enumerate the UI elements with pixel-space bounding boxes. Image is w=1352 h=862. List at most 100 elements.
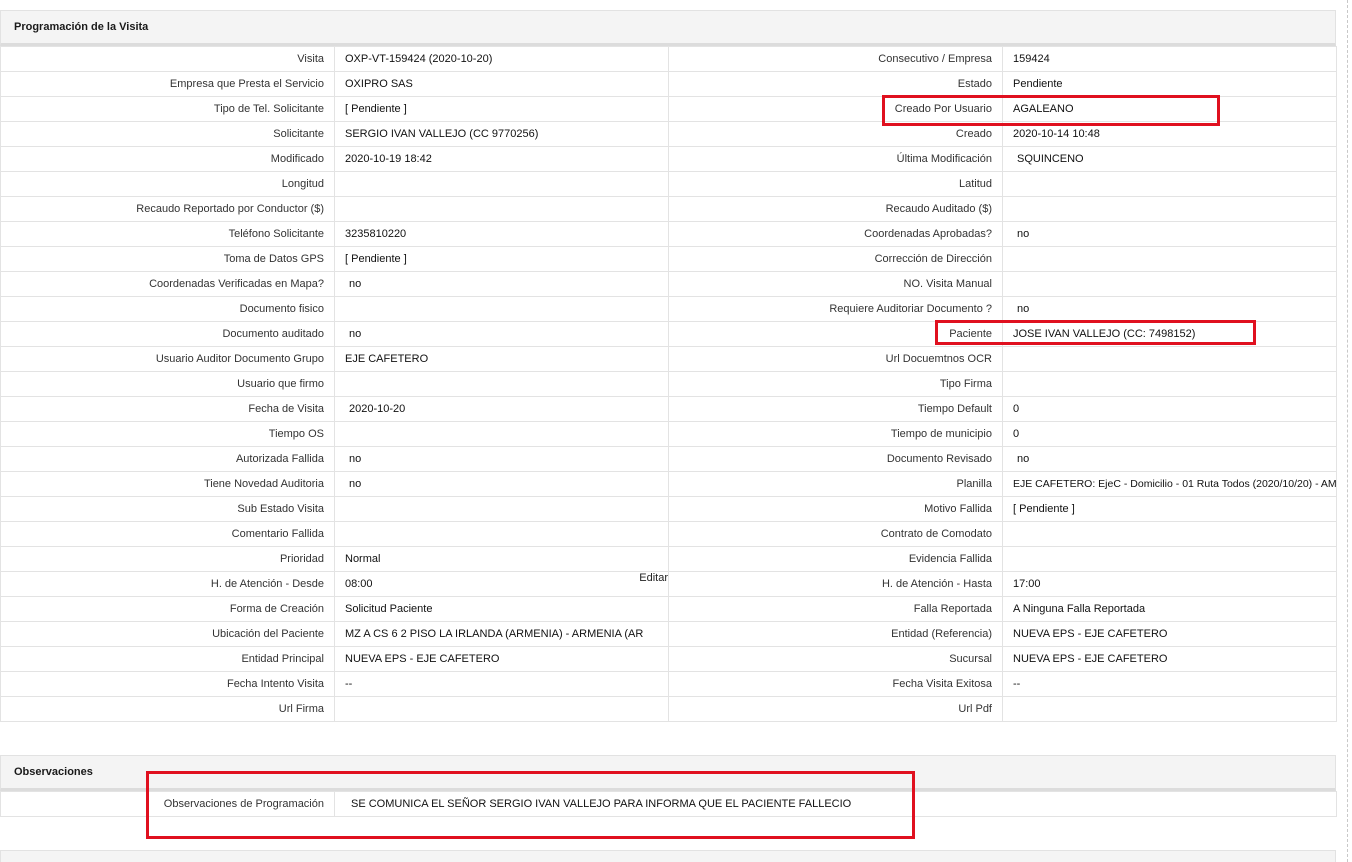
field-value: 2020-10-14 10:48 [1002,121,1337,147]
field-value: 17:00 [1002,571,1337,597]
field-value: 2020-10-19 18:42 [334,146,669,172]
field-label: Forma de Creación [0,596,335,622]
field-label-text: Ubicación del Paciente [212,628,324,640]
observaciones-label: Observaciones de Programación [0,791,335,817]
field-label: Creado Por Usuario [668,96,1003,122]
field-label-text: Url Pdf [958,703,992,715]
field-value: Pendiente [1002,71,1337,97]
next-panel-edge [0,850,1336,862]
table-row: Comentario Fallida Contrato de Comodato [0,521,1337,547]
field-label-text: Recaudo Auditado ($) [885,203,992,215]
field-value-text: no [1017,228,1030,240]
field-label: Creado [668,121,1003,147]
table-row: Tiempo OS Tiempo de municipio 0 [0,421,1337,447]
field-label: Autorizada Fallida [0,446,335,472]
field-value [1002,521,1337,547]
field-value-text: 159424 [1013,53,1050,65]
field-label: Corrección de Dirección [668,246,1003,272]
field-label: Modificado [0,146,335,172]
table-row: Usuario que firmo Tipo Firma [0,371,1337,397]
field-value-text: EJE CAFETERO [345,353,429,365]
field-value-text: 08:00 [345,578,373,590]
field-label: Recaudo Auditado ($) [668,196,1003,222]
table-row: Sub Estado Visita Motivo Fallida [ Pendien… [0,496,1337,522]
field-value-text: MZ A CS 6 2 PISO LA IRLANDA (ARMENIA) - … [345,628,644,640]
field-value-text: 0 [1013,403,1020,415]
table-row: Solicitante SERGIO IVAN VALLEJO (CC 97702… [0,121,1337,147]
field-label: Última Modificación [668,146,1003,172]
field-value-text: 17:00 [1013,578,1041,590]
field-value-text: Normal [345,553,381,565]
field-label: Url Docuemtnos OCR [668,346,1003,372]
field-label: Tipo Firma [668,371,1003,397]
field-label-text: Sub Estado Visita [237,503,324,515]
field-label-text: Autorizada Fallida [235,453,324,465]
field-label-text: Requiere Auditoriar Documento ? [829,303,992,315]
field-value: Normal [334,546,669,572]
field-label-text: Última Modificación [896,153,992,165]
field-label-text: Visita [297,53,324,65]
field-value: no [334,321,669,347]
table-row: Documento auditado no Paciente JOSE IVAN VA… [0,321,1337,347]
table-row: H. de Atención - Desde 08:00 Editar H. de A… [0,571,1337,597]
field-value-text: OXP-VT-159424 (2020-10-20) [345,53,493,65]
field-label: Teléfono Solicitante [0,221,335,247]
field-label-text: Usuario que firmo [237,378,324,390]
field-label-text: Tiempo de municipio [890,428,992,440]
field-label-text: Prioridad [279,553,324,565]
field-label: Usuario que firmo [0,371,335,397]
field-value: [ Pendiente ] [334,96,669,122]
field-label: Contrato de Comodato [668,521,1003,547]
field-value: A Ninguna Falla Reportada [1002,596,1337,622]
field-label: Tiempo Default [668,396,1003,422]
field-label-text: Documento fisico [239,303,324,315]
field-label: Falla Reportada [668,596,1003,622]
field-value [1002,196,1337,222]
field-value: no [1002,221,1337,247]
field-value: JOSE IVAN VALLEJO (CC: 7498152) [1002,321,1337,347]
field-value: no [334,446,669,472]
field-value-text: A Ninguna Falla Reportada [1013,603,1146,615]
field-label-text: Longitud [281,178,324,190]
field-label-text: Falla Reportada [913,603,992,615]
field-label-text: Motivo Fallida [924,503,992,515]
table-row: Fecha de Visita 2020-10-20 Tiempo Default 0 [0,396,1337,422]
editar-link[interactable]: Editar [639,573,667,585]
field-value-text: no [349,478,362,490]
field-value [1002,346,1337,372]
field-value: NUEVA EPS - EJE CAFETERO [334,646,669,672]
field-value: NUEVA EPS - EJE CAFETERO [1002,646,1337,672]
field-value-text: -- [345,678,353,690]
field-label: Tiene Novedad Auditoria [0,471,335,497]
field-value: 08:00 Editar [334,571,669,597]
field-value [334,496,669,522]
field-value [1002,371,1337,397]
field-label: Documento Revisado [668,446,1003,472]
field-value: [ Pendiente ] [334,246,669,272]
field-label: Visita [0,46,335,72]
field-label-text: Tipo de Tel. Solicitante [213,103,324,115]
field-label: Solicitante [0,121,335,147]
field-value [334,521,669,547]
field-value: no [334,471,669,497]
field-label: Sub Estado Visita [0,496,335,522]
field-value: 3235810220 [334,221,669,247]
field-value-text: 2020-10-14 10:48 [1013,128,1100,140]
field-label-text: Modificado [270,153,324,165]
field-label-text: Entidad (Referencia) [891,628,992,640]
field-value [1002,696,1337,722]
field-value: OXP-VT-159424 (2020-10-20) [334,46,669,72]
field-value: EJE CAFETERO [334,346,669,372]
field-value-text: [ Pendiente ] [345,103,407,115]
field-value-text: EJE CAFETERO: EjeC - Domicilio - 01 Ruta… [1013,478,1337,490]
field-label-text: Empresa que Presta el Servicio [169,78,324,90]
field-label: Usuario Auditor Documento Grupo [0,346,335,372]
table-row: Url Firma Url Pdf [0,696,1337,722]
programacion-rows: Visita OXP-VT-159424 (2020-10-20) Consecut… [0,46,1337,722]
field-label-text: Tiene Novedad Auditoria [203,478,324,490]
field-value: 0 [1002,421,1337,447]
field-label-text: Evidencia Fallida [908,553,992,565]
field-label: Coordenadas Aprobadas? [668,221,1003,247]
field-label-text: Toma de Datos GPS [223,253,324,265]
table-row: Autorizada Fallida no Documento Revisado no [0,446,1337,472]
